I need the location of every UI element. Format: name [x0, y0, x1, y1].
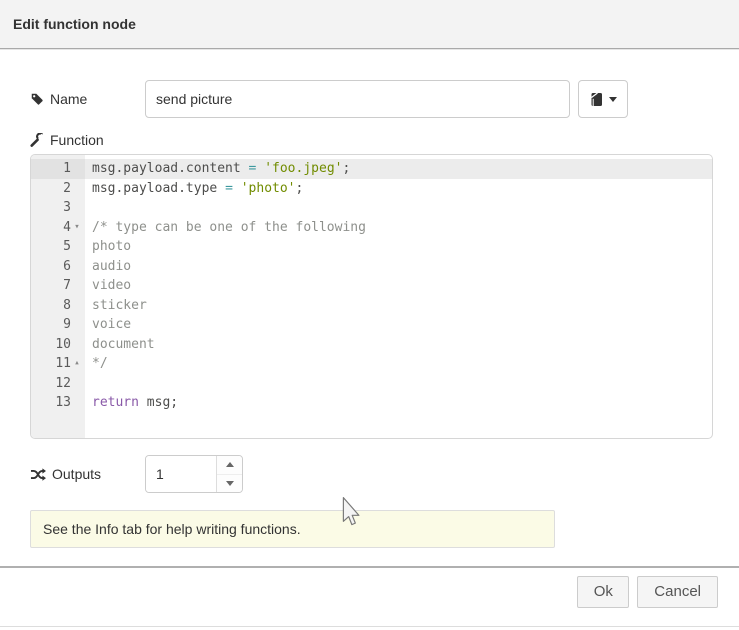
function-label: Function — [30, 131, 711, 148]
spinner-buttons — [216, 456, 242, 492]
code-lines[interactable]: msg.payload.content = 'foo.jpeg';msg.pay… — [85, 155, 712, 438]
shuffle-icon — [30, 467, 46, 482]
code-line[interactable]: */ — [85, 354, 712, 374]
wrench-icon — [30, 133, 44, 147]
line-number: 13 — [31, 393, 85, 413]
function-label-text: Function — [50, 132, 104, 148]
book-icon — [590, 92, 604, 107]
library-button[interactable] — [578, 80, 628, 118]
code-line[interactable]: msg.payload.content = 'foo.jpeg'; — [85, 159, 712, 179]
fold-close-icon[interactable]: ▴ — [71, 354, 83, 374]
outputs-spinner — [145, 455, 243, 493]
dialog-bottom-edge — [0, 626, 739, 627]
dialog-footer: Ok Cancel — [0, 566, 739, 615]
code-gutter: 1234▾567891011▴1213 — [31, 155, 85, 438]
code-line[interactable] — [85, 374, 712, 394]
outputs-input[interactable] — [146, 456, 216, 492]
line-number: 8 — [31, 296, 85, 316]
code-line[interactable]: return msg; — [85, 393, 712, 413]
spinner-up-button[interactable] — [217, 456, 242, 475]
code-line[interactable]: /* type can be one of the following — [85, 218, 712, 238]
name-row: Name — [30, 80, 711, 118]
line-number: 4▾ — [31, 218, 85, 238]
outputs-label-text: Outputs — [52, 466, 101, 482]
dialog-header: Edit function node — [0, 0, 739, 49]
name-label: Name — [30, 91, 145, 107]
spinner-down-button[interactable] — [217, 475, 242, 493]
code-line[interactable]: msg.payload.type = 'photo'; — [85, 179, 712, 199]
line-number: 12 — [31, 374, 85, 394]
code-line[interactable]: sticker — [85, 296, 712, 316]
line-number: 9 — [31, 315, 85, 335]
function-code-editor[interactable]: 1234▾567891011▴1213 msg.payload.content … — [30, 154, 713, 439]
line-number: 5 — [31, 237, 85, 257]
line-number: 1 — [31, 159, 85, 179]
code-line[interactable]: photo — [85, 237, 712, 257]
cancel-button[interactable]: Cancel — [637, 576, 718, 608]
dialog-title: Edit function node — [13, 16, 136, 32]
line-number: 2 — [31, 179, 85, 199]
code-line[interactable]: document — [85, 335, 712, 355]
line-number: 7 — [31, 276, 85, 296]
info-tip: See the Info tab for help writing functi… — [30, 510, 555, 548]
caret-down-icon — [609, 97, 617, 102]
info-tip-text: See the Info tab for help writing functi… — [43, 521, 301, 537]
outputs-label: Outputs — [30, 466, 145, 482]
arrow-down-icon — [226, 481, 234, 486]
arrow-up-icon — [226, 462, 234, 467]
line-number: 3 — [31, 198, 85, 218]
code-line[interactable] — [85, 198, 712, 218]
dialog-body: Name — [0, 80, 739, 548]
ok-button[interactable]: Ok — [577, 576, 629, 608]
line-number: 6 — [31, 257, 85, 277]
code-line[interactable]: voice — [85, 315, 712, 335]
outputs-row: Outputs — [30, 455, 711, 493]
line-number: 10 — [31, 335, 85, 355]
edit-function-node-dialog: Edit function node Name — [0, 0, 739, 630]
code-line[interactable]: video — [85, 276, 712, 296]
name-label-text: Name — [50, 91, 87, 107]
fold-open-icon[interactable]: ▾ — [71, 218, 83, 238]
line-number: 11▴ — [31, 354, 85, 374]
name-input[interactable] — [145, 80, 570, 118]
tag-icon — [30, 92, 44, 106]
code-line[interactable]: audio — [85, 257, 712, 277]
